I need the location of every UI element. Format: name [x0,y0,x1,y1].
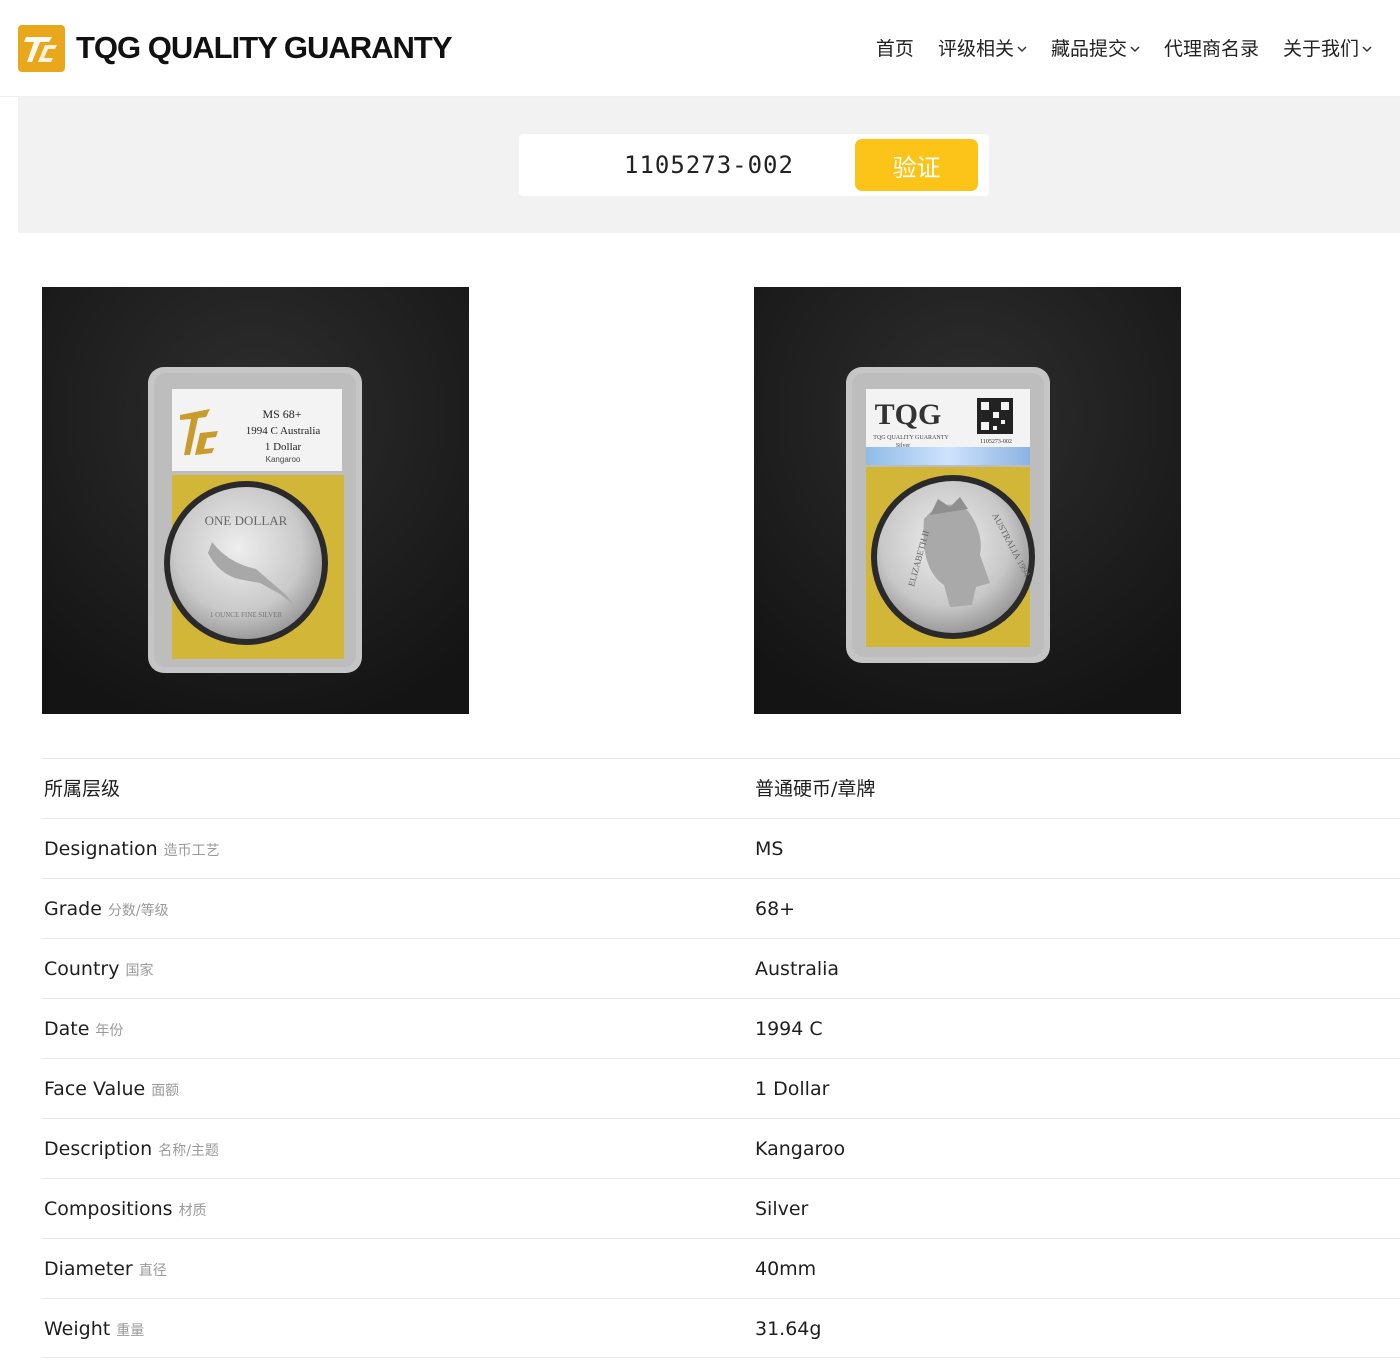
row-label: Weight 重量 [44,1299,144,1359]
row-label-sub: 分数/等级 [107,903,169,919]
slab-label-line: Kangaroo [266,455,301,464]
nav-item-submission[interactable]: 藏品提交 [1051,34,1140,64]
row-label-sub: 直径 [138,1263,167,1279]
site-header: TQG QUALITY GUARANTY 首页 评级相关 藏品提交 代理商名录 … [0,0,1400,97]
row-label: Date 年份 [44,999,123,1059]
slab-label-line: 1 Dollar [265,441,302,453]
verify-button[interactable]: 验证 [855,139,978,191]
row-value: 普通硬币/章牌 [755,778,876,800]
row-label-text: Weight [44,1318,111,1340]
row-label-text: Designation [44,838,158,860]
nav-item-home[interactable]: 首页 [876,34,914,64]
slab-label-line: TQG [875,398,942,431]
chevron-down-icon [1017,46,1027,53]
chevron-down-icon [1130,46,1140,53]
nav-item-label: 首页 [875,38,914,60]
slab-label-line: 1994 C Australia [246,425,321,437]
verify-form: 验证 [519,134,989,196]
chevron-down-icon [1362,46,1372,53]
row-value: MS [755,838,784,860]
row-value: Silver [755,1198,809,1220]
row-label-text: 所属层级 [44,778,121,800]
slab-label-line: TQG QUALITY GUARANTY [873,435,949,441]
coin-back-image[interactable]: TQG TQG QUALITY GUARANTY Silver 1105273-… [754,287,1181,714]
nav-item-label: 藏品提交 [1050,38,1127,60]
row-label: Description 名称/主题 [44,1119,219,1179]
row-label: Face Value 面额 [44,1059,179,1119]
row-value: 31.64g [755,1318,822,1340]
row-label-sub: 年份 [95,1023,124,1039]
table-row: Diameter 直径 40mm [42,1238,1400,1298]
row-label: Country 国家 [44,939,153,999]
table-row: Country 国家 Australia [42,938,1400,998]
verify-section: 验证 [18,97,1400,233]
row-label-text: Date [44,1018,90,1040]
coin-front-image[interactable]: MS 68+ 1994 C Australia 1 Dollar Kangaro… [42,287,469,714]
row-label-sub: 面额 [151,1083,180,1099]
tqg-logo-icon[interactable] [18,25,65,72]
row-value: 1994 C [755,1018,823,1040]
table-row: Date 年份 1994 C [42,998,1400,1058]
row-label-text: Grade [44,898,102,920]
nav-item-label: 关于我们 [1282,38,1359,60]
coin-legend: 1 OUNCE FINE SILVER [210,611,283,619]
table-row: Compositions 材质 Silver [42,1178,1400,1238]
row-label-sub: 国家 [125,963,154,979]
table-row: Description 名称/主题 Kangaroo [42,1118,1400,1178]
row-value: 1 Dollar [755,1078,830,1100]
row-label-sub: 重量 [116,1323,145,1339]
brand-name[interactable]: TQG QUALITY GUARANTY [76,28,453,68]
row-label-text: Face Value [44,1078,146,1100]
slab-front-drawing: MS 68+ 1994 C Australia 1 Dollar Kangaro… [42,287,469,714]
nav-item-label: 代理商名录 [1163,38,1259,60]
row-label: 所属层级 [44,759,126,819]
table-row: Designation 造币工艺 MS [42,818,1400,878]
row-label-text: Compositions [44,1198,173,1220]
slab-label-line: MS 68+ [262,407,301,421]
table-row: Weight 重量 31.64g [42,1298,1400,1358]
table-row: 所属层级 普通硬币/章牌 [42,758,1400,818]
row-value: Australia [755,958,840,980]
row-label-text: Description [44,1138,153,1160]
row-label: Diameter 直径 [44,1239,167,1299]
row-label-sub: 名称/主题 [158,1143,219,1159]
row-label-sub: 造币工艺 [163,843,220,859]
row-label: Designation 造币工艺 [44,819,220,879]
table-row: Grade 分数/等级 68+ [42,878,1400,938]
nav-item-dealers[interactable]: 代理商名录 [1164,34,1259,64]
row-value: 68+ [755,898,796,920]
row-label-text: Diameter [44,1258,133,1280]
nav-item-about[interactable]: 关于我们 [1283,34,1372,64]
coin-details-table: 所属层级 普通硬币/章牌 Designation 造币工艺 MS Grade 分数/… [42,758,1400,1358]
row-value: Kangaroo [755,1138,846,1160]
nav-item-label: 评级相关 [937,38,1014,60]
cert-number-input[interactable] [559,142,859,188]
row-label-text: Country [44,958,120,980]
slab-back-drawing: TQG TQG QUALITY GUARANTY Silver 1105273-… [754,287,1181,714]
nav-item-grading[interactable]: 评级相关 [938,34,1027,64]
table-row: Face Value 面额 1 Dollar [42,1058,1400,1118]
main-nav: 首页 评级相关 藏品提交 代理商名录 关于我们 [876,34,1372,64]
row-value: 40mm [755,1258,817,1280]
slab-label-line: 1105273-002 [980,439,1012,445]
row-label: Compositions 材质 [44,1179,207,1239]
coin-legend: ONE DOLLAR [205,513,288,528]
row-label: Grade 分数/等级 [44,879,169,939]
row-label-sub: 材质 [178,1203,207,1219]
